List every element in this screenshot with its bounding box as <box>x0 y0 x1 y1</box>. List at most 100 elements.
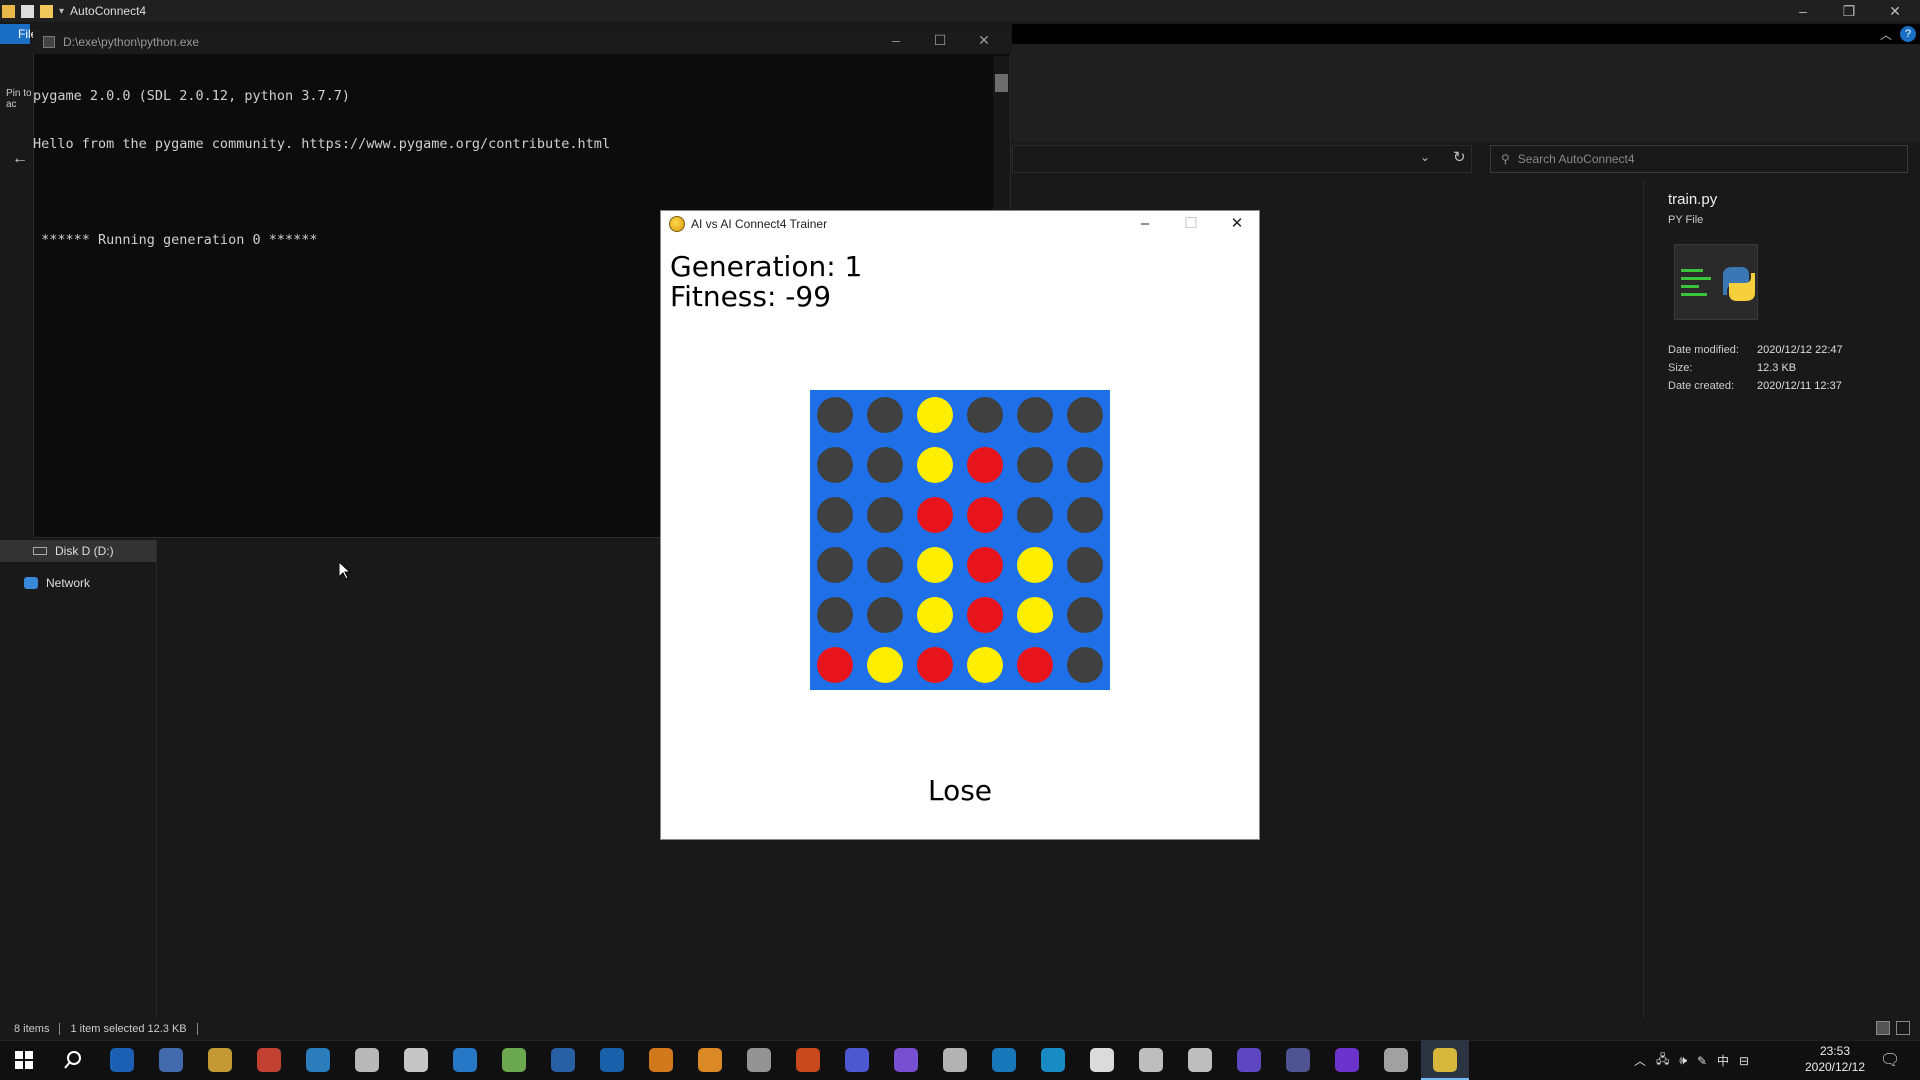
python-icon[interactable] <box>1433 1048 1457 1072</box>
ime-indicator[interactable]: 中 <box>1717 1052 1729 1069</box>
minimize-button[interactable]: – <box>1780 0 1826 22</box>
network-tray-icon[interactable]: 🖧 <box>1656 1050 1669 1071</box>
app3-icon[interactable] <box>894 1048 918 1072</box>
red-disc <box>917 647 953 683</box>
console-minimize-button[interactable]: – <box>874 32 918 52</box>
empty-slot <box>817 397 853 433</box>
search-icon[interactable] <box>61 1048 85 1072</box>
file-explorer-icon[interactable] <box>208 1048 232 1072</box>
unity-icon[interactable] <box>1188 1048 1212 1072</box>
game-maximize-button: ☐ <box>1184 215 1198 232</box>
game-close-button[interactable]: ✕ <box>1214 211 1260 237</box>
network-icon <box>24 577 38 589</box>
fox-icon[interactable] <box>404 1048 428 1072</box>
discord-icon[interactable] <box>845 1048 869 1072</box>
red-disc <box>917 497 953 533</box>
film-icon[interactable] <box>1139 1048 1163 1072</box>
eclipse-icon[interactable] <box>1237 1048 1261 1072</box>
yellow-disc <box>967 647 1003 683</box>
size-value: 12.3 KB <box>1757 362 1797 374</box>
app2-icon[interactable] <box>747 1048 771 1072</box>
details-view-icon[interactable] <box>1876 1021 1890 1035</box>
empty-slot <box>867 497 903 533</box>
large-icons-view-icon[interactable] <box>1896 1021 1910 1035</box>
console-line: pygame 2.0.0 (SDL 2.0.12, python 3.7.7) <box>33 88 350 104</box>
pin-to-quick-access-label[interactable]: Pin to ac <box>6 88 32 110</box>
file-tab[interactable]: File <box>0 24 37 44</box>
sublime-icon[interactable] <box>698 1048 722 1072</box>
refresh-icon[interactable]: ↻ <box>1453 148 1466 166</box>
collapse-ribbon-icon[interactable]: ︿ <box>1880 26 1892 43</box>
steam-icon[interactable] <box>355 1048 379 1072</box>
ribbon-tabs-bar <box>1012 24 1920 44</box>
yellow-disc <box>917 397 953 433</box>
empty-slot <box>817 547 853 583</box>
help-icon[interactable]: ? <box>1900 26 1916 42</box>
save-icon[interactable] <box>551 1048 575 1072</box>
fitness-label: Fitness: -99 <box>670 280 832 313</box>
quick-access-toolbar: ▾ <box>0 4 64 18</box>
back-arrow-icon[interactable]: ← <box>12 150 28 168</box>
yellow-disc <box>917 447 953 483</box>
chrome-icon[interactable] <box>257 1048 281 1072</box>
empty-slot <box>1067 447 1103 483</box>
clock[interactable]: 23:53 2020/12/12 <box>1800 1043 1870 1075</box>
connect4-board <box>810 390 1110 690</box>
new-folder-icon[interactable] <box>40 4 53 18</box>
close-button[interactable]: ✕ <box>1872 0 1918 22</box>
address-bar[interactable] <box>1012 145 1472 173</box>
details-file-type: PY File <box>1668 214 1704 226</box>
xcode-icon[interactable] <box>306 1048 330 1072</box>
console-scroll-thumb[interactable] <box>995 74 1008 92</box>
view-toggles <box>1876 1021 1910 1035</box>
empty-slot <box>967 397 1003 433</box>
remote-desktop-icon[interactable] <box>943 1048 967 1072</box>
app-icon[interactable] <box>600 1048 624 1072</box>
task-view-icon[interactable] <box>110 1048 134 1072</box>
game-minimize-button[interactable]: – <box>1122 211 1168 237</box>
pygame-icon <box>669 216 685 232</box>
nav-item-disk-d[interactable]: Disk D (D:) <box>0 540 156 562</box>
empty-slot <box>867 547 903 583</box>
date-created-label: Date created: <box>1668 380 1735 392</box>
game-title: AI vs AI Connect4 Trainer <box>691 217 828 231</box>
search-box[interactable]: ⚲ Search AutoConnect4 <box>1490 145 1908 173</box>
folder-icon[interactable] <box>2 4 15 18</box>
details-file-name: train.py <box>1668 191 1718 208</box>
nav-item-label: Disk D (D:) <box>55 544 114 558</box>
app5-icon[interactable] <box>1335 1048 1359 1072</box>
start-icon[interactable] <box>12 1048 36 1072</box>
notification-icon[interactable]: 🗨 <box>1880 1050 1900 1070</box>
pen-icon[interactable]: ✎ <box>1697 1054 1707 1068</box>
generation-label: Generation: 1 <box>670 250 863 283</box>
console-title: D:\exe\python\python.exe <box>63 35 200 49</box>
ubuntu-icon[interactable] <box>796 1048 820 1072</box>
empty-slot <box>1067 547 1103 583</box>
yellow-disc <box>1017 547 1053 583</box>
result-label: Lose <box>927 774 993 807</box>
console-close-button[interactable]: ✕ <box>962 32 1006 52</box>
store-icon[interactable] <box>992 1048 1016 1072</box>
console-maximize-button[interactable]: ☐ <box>918 32 962 52</box>
vlc-icon[interactable] <box>649 1048 673 1072</box>
twitch-icon[interactable] <box>1090 1048 1114 1072</box>
app6-icon[interactable] <box>1384 1048 1408 1072</box>
python-file-icon <box>1681 267 1755 301</box>
ime-mode-icon[interactable]: ⊟ <box>1739 1054 1749 1068</box>
address-dropdown-icon[interactable]: ⌄ <box>1420 150 1430 164</box>
chevron-down-icon[interactable]: ▾ <box>59 6 64 17</box>
app4-icon[interactable] <box>1286 1048 1310 1072</box>
empty-slot <box>1067 647 1103 683</box>
notepad-icon[interactable] <box>502 1048 526 1072</box>
window-title: AutoConnect4 <box>70 4 147 18</box>
nav-item-network[interactable]: Network <box>0 572 156 594</box>
skype-icon[interactable] <box>1041 1048 1065 1072</box>
vscode-icon[interactable] <box>453 1048 477 1072</box>
empty-slot <box>817 497 853 533</box>
calculator-icon[interactable] <box>159 1048 183 1072</box>
navigation-pane: Disk D (D:) Network <box>0 540 157 1028</box>
properties-icon[interactable] <box>21 4 34 18</box>
restore-button[interactable]: ❐ <box>1826 0 1872 22</box>
volume-icon[interactable]: 🕪 <box>1679 1053 1687 1068</box>
show-hidden-icons-icon[interactable]: ︿ <box>1634 1052 1646 1069</box>
